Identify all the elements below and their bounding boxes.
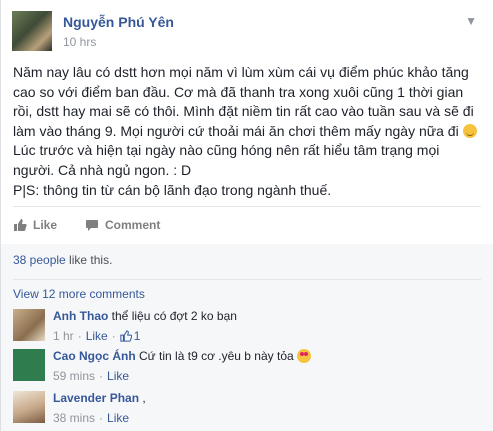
comment-like-link[interactable]: Like xyxy=(107,369,129,383)
comment-body: Cao Ngọc Ánh Cứ tin là t9 cơ .yêu b này … xyxy=(53,349,483,383)
like-count-value: 1 xyxy=(133,329,141,343)
commenter-avatar[interactable] xyxy=(13,309,45,341)
view-more-comments-link[interactable]: View 12 more comments xyxy=(13,287,145,301)
comment-body: Anh Thao thể liệu có đợt 2 ko bạn 1 hr ·… xyxy=(53,309,483,343)
commenter-avatar[interactable] xyxy=(13,349,45,381)
comment-button-label: Comment xyxy=(105,218,161,232)
likes-suffix: like this. xyxy=(65,253,113,267)
like-button-label: Like xyxy=(33,218,58,232)
commenter-name[interactable]: Lavender Phan xyxy=(53,391,139,405)
likes-summary: 38 people like this. xyxy=(13,253,112,267)
post-line-2: cao so với điểm ban đầu. Cơ mà đã thanh … xyxy=(13,83,464,100)
post-card: Nguyễn Phú Yên 10 hrs ▼ Năm nay lâu có d… xyxy=(0,0,493,431)
post-text: Năm nay lâu có dstt hơn mọi năm vì lùm x… xyxy=(13,63,483,200)
comment-meta: 1 hr · Like · 1 xyxy=(53,329,483,343)
post-line-7: P|S: thông tin từ cán bộ lãnh đạo trong … xyxy=(13,181,332,198)
comment-text: , xyxy=(142,391,146,405)
comment-meta: 38 mins · Like xyxy=(53,411,483,425)
comment-time[interactable]: 1 hr xyxy=(53,329,74,343)
post-line-4-text: làm vào tháng 9. Mọi người cứ thoải mái … xyxy=(13,122,459,139)
thumbs-up-icon xyxy=(14,219,27,231)
divider xyxy=(13,279,481,280)
heart-eyes-emoji-icon xyxy=(296,349,311,363)
comment-text: thể liệu có đợt 2 ko bạn xyxy=(111,309,237,323)
separator-dot: · xyxy=(99,411,104,425)
separator-dot: · xyxy=(77,329,82,343)
post-actions: Like Comment xyxy=(13,215,160,235)
commenter-name[interactable]: Anh Thao xyxy=(53,309,108,323)
comment-body: Lavender Phan , 38 mins · Like xyxy=(53,391,483,425)
divider xyxy=(13,206,481,207)
post-timestamp[interactable]: 10 hrs xyxy=(63,35,96,49)
comment-button[interactable]: Comment xyxy=(85,215,160,235)
comment-meta: 59 mins · Like xyxy=(53,369,483,383)
post-line-5: Lúc trước và hiện tại ngày nào cũng hóng… xyxy=(13,142,440,159)
like-button[interactable]: Like xyxy=(13,215,57,235)
commenter-name[interactable]: Cao Ngọc Ánh xyxy=(53,349,136,363)
thumbs-up-icon xyxy=(120,330,132,342)
comment-time[interactable]: 59 mins xyxy=(53,369,95,383)
post-author-name[interactable]: Nguyễn Phú Yên xyxy=(63,14,174,30)
likes-count-link[interactable]: 38 people xyxy=(13,253,66,267)
wink-emoji-icon xyxy=(462,123,477,138)
comment-text: Cứ tin là t9 cơ .yêu b này tỏa xyxy=(139,349,294,363)
speech-bubble-icon xyxy=(86,220,99,231)
chevron-down-icon[interactable]: ▼ xyxy=(465,14,477,28)
commenter-avatar[interactable] xyxy=(13,391,45,423)
separator-dot: · xyxy=(99,369,104,383)
post-line-4: làm vào tháng 9. Mọi người cứ thoải mái … xyxy=(13,122,483,142)
separator-dot: · xyxy=(111,329,116,343)
comment-time[interactable]: 38 mins xyxy=(53,411,95,425)
post-line-1: Năm nay lâu có dstt hơn mọi năm vì lùm x… xyxy=(13,64,469,80)
author-avatar[interactable] xyxy=(12,11,52,51)
comment-like-link[interactable]: Like xyxy=(86,329,108,343)
post-line-3: rồi, dstt hay mai sẽ có thôi. Mình đặt n… xyxy=(13,103,474,120)
comment-like-link[interactable]: Like xyxy=(107,411,129,425)
post-line-6: người. Cả nhà ngủ ngon. : D xyxy=(13,161,192,178)
comment-like-count[interactable]: 1 xyxy=(120,329,141,343)
